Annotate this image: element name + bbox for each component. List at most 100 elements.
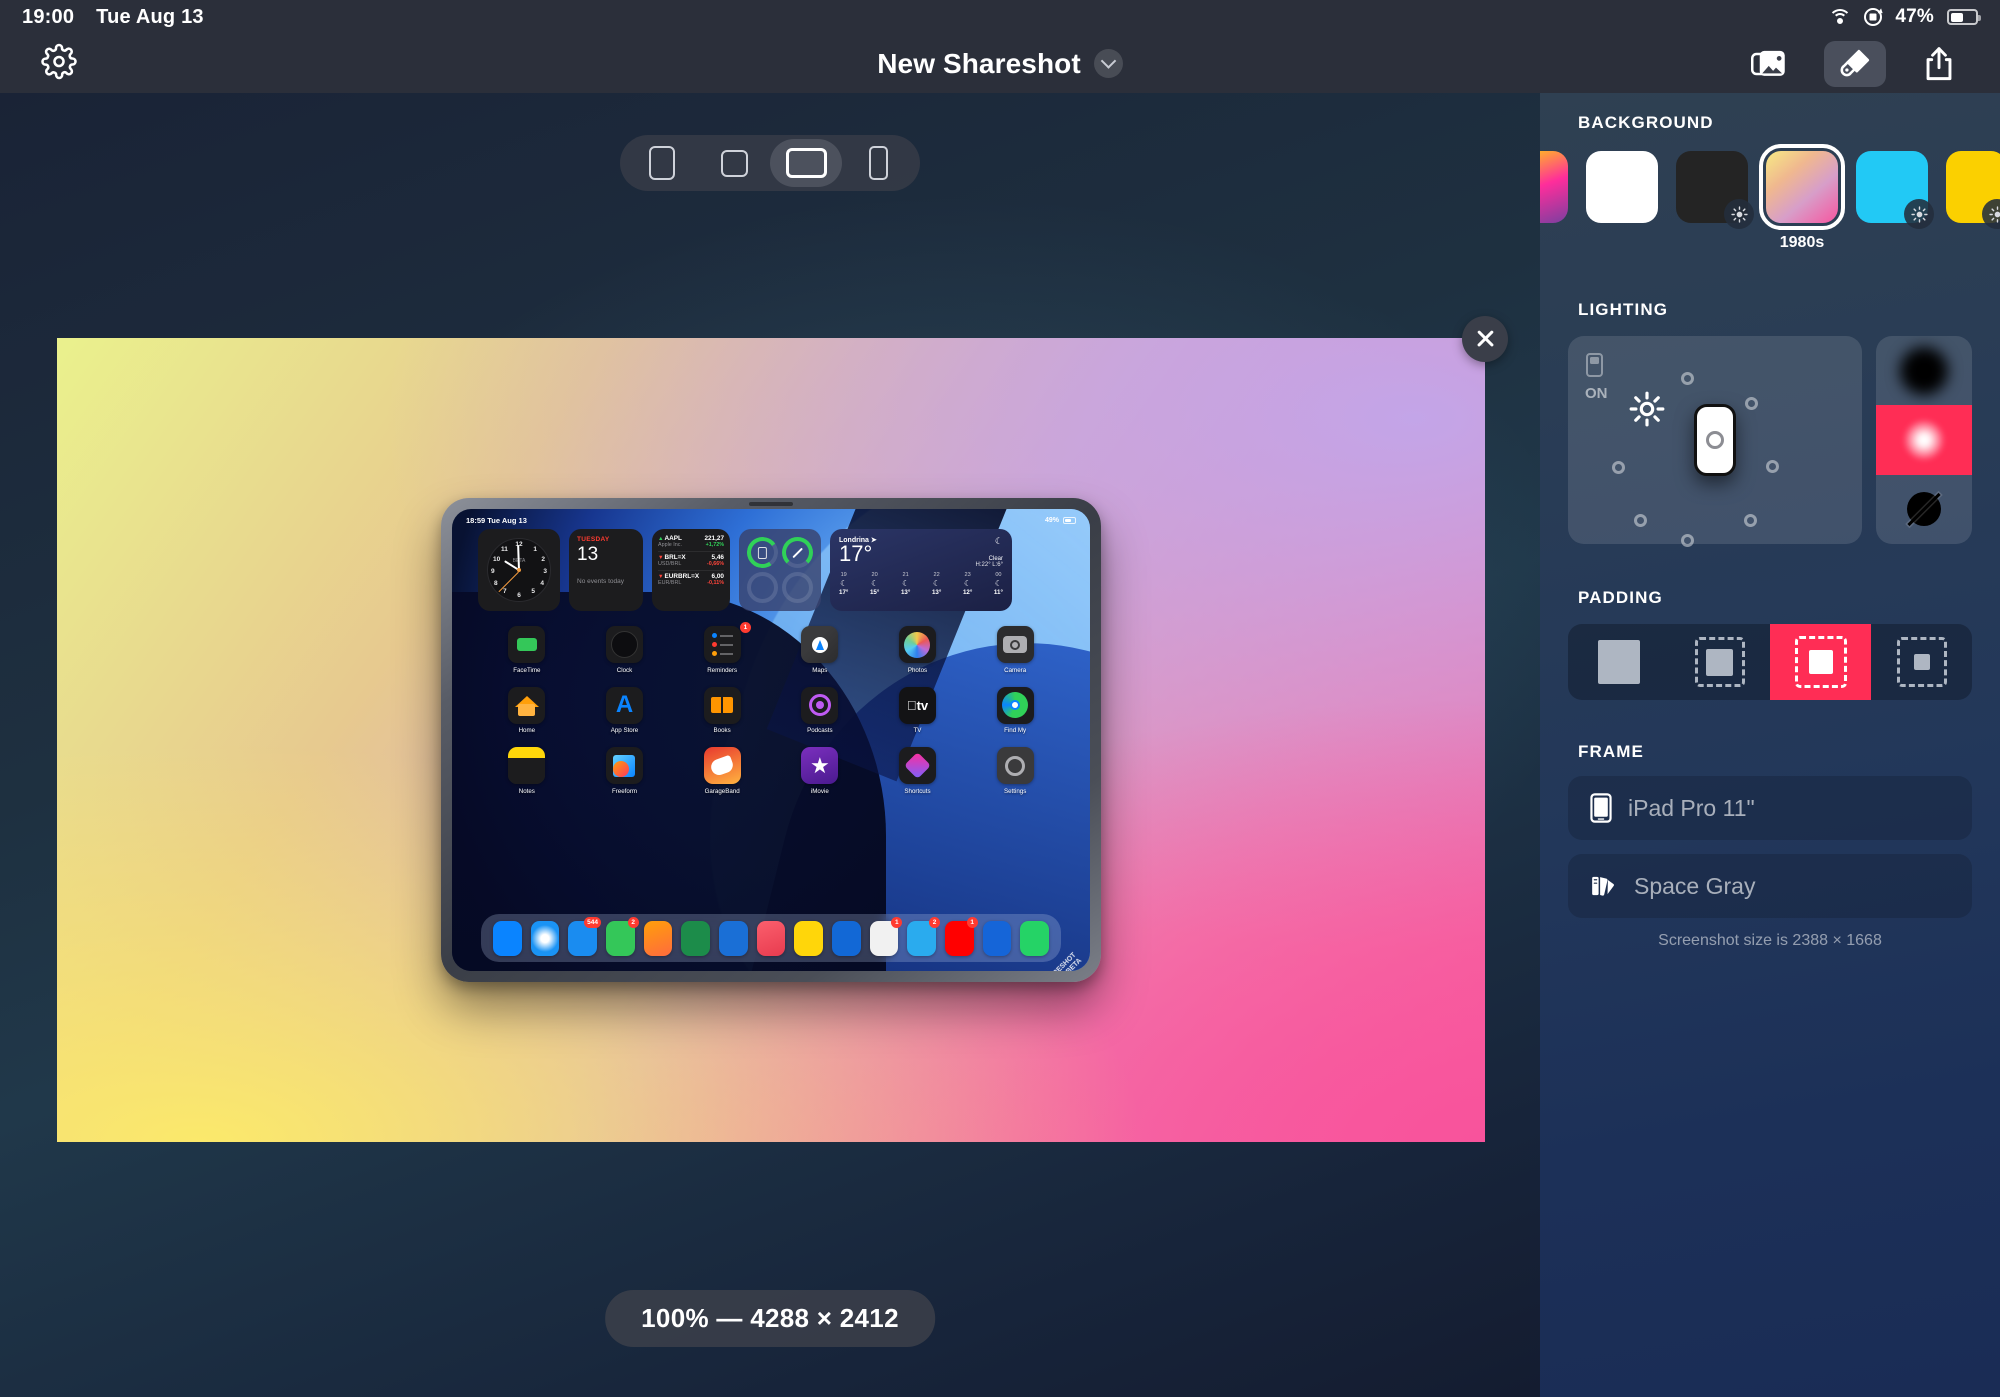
- style-button[interactable]: [1824, 40, 1886, 87]
- tv-icon: tv: [898, 686, 936, 724]
- brightness-icon[interactable]: [1982, 199, 2000, 229]
- dock-icon-notes[interactable]: [643, 920, 673, 956]
- app-icon-facetime[interactable]: FaceTime: [478, 626, 576, 674]
- dock-icon-youtube[interactable]: 1: [945, 916, 978, 956]
- lighting-toggle-label[interactable]: ON: [1585, 385, 1608, 402]
- photo-library-button[interactable]: [1740, 41, 1802, 87]
- app-icon-photos[interactable]: Photos: [869, 626, 967, 674]
- brightness-icon[interactable]: [1724, 199, 1754, 229]
- document-title-group: New Shareshot: [0, 48, 2000, 80]
- lighting-dot[interactable]: [1612, 461, 1625, 474]
- dock-icon-numbers[interactable]: [681, 920, 710, 956]
- padding-option-none[interactable]: [1568, 624, 1669, 700]
- clock-num: 6: [517, 592, 521, 599]
- swatch-white[interactable]: [1586, 151, 1658, 223]
- aspect-option-phone[interactable]: [842, 139, 914, 187]
- swatch-yellow[interactable]: [1946, 151, 2000, 229]
- app-icon-reminders[interactable]: 1 Reminders: [673, 622, 771, 674]
- swatch-gradient-warm[interactable]: [1540, 151, 1568, 223]
- padding-option-small[interactable]: [1669, 624, 1770, 700]
- dock-icon-music[interactable]: [756, 920, 786, 956]
- dock-icon-messages[interactable]: 2: [605, 916, 639, 956]
- weather-hour: 21 ☾ 13°: [900, 572, 911, 596]
- dock-icon-slack[interactable]: 1: [869, 916, 903, 956]
- zoom-badge: 100% — 4288 × 2412: [605, 1290, 935, 1347]
- stock-row: ▲AAPL Apple Inc. 221,27 +1,72%: [658, 535, 724, 548]
- composition-preview[interactable]: 18:59 Tue Aug 13 49% 12 1 2 3 4 5 6 7 8 …: [57, 316, 1508, 1142]
- lighting-dot[interactable]: [1745, 397, 1758, 410]
- padding-option-medium[interactable]: [1770, 624, 1871, 700]
- settings-icon: [996, 747, 1034, 784]
- device-frame[interactable]: 18:59 Tue Aug 13 49% 12 1 2 3 4 5 6 7 8 …: [441, 498, 1101, 982]
- frame-color-selector[interactable]: Space Gray: [1568, 854, 1972, 918]
- app-icon-imovie[interactable]: ★ iMovie: [771, 747, 869, 795]
- square-icon: [720, 149, 748, 177]
- lighting-preset-soft-shadow[interactable]: [1876, 336, 1972, 406]
- close-button[interactable]: [1462, 316, 1508, 362]
- swatch-black[interactable]: [1676, 151, 1754, 229]
- lighting-section-title: LIGHTING: [1578, 300, 1669, 319]
- lighting-dot[interactable]: [1681, 534, 1694, 547]
- badge-count: 1: [739, 622, 751, 633]
- dock-icon-files[interactable]: [492, 920, 522, 956]
- app-icon-clock[interactable]: Clock: [576, 626, 674, 674]
- dock-icon-stickies[interactable]: [794, 920, 824, 956]
- swatch-cyan[interactable]: [1856, 151, 1934, 229]
- dock-icon-whatsapp[interactable]: [1020, 920, 1050, 956]
- dock-icon-keynote[interactable]: [719, 920, 748, 956]
- padding-option-large[interactable]: [1871, 624, 1972, 700]
- app-icon-findmy[interactable]: Find My: [966, 686, 1064, 734]
- dock-icon-maps[interactable]: [832, 920, 861, 956]
- share-button[interactable]: [1908, 41, 1970, 87]
- lighting-position-handle[interactable]: [1694, 404, 1736, 476]
- app-icon-books[interactable]: Books: [673, 686, 771, 734]
- ring-empty: [747, 572, 778, 603]
- dock-icon-safari[interactable]: [530, 920, 560, 956]
- aspect-option-portrait[interactable]: [626, 139, 698, 187]
- battery-icon: [1947, 9, 1981, 25]
- portrait-icon: [649, 146, 675, 180]
- frame-options: iPad Pro 11" Space Gray: [1540, 776, 2000, 918]
- dock-icon-mail[interactable]: 544: [568, 916, 601, 956]
- garageband-icon: [703, 747, 741, 784]
- lighting-position-pad[interactable]: ON: [1568, 336, 1862, 547]
- frame-color-label: Space Gray: [1634, 872, 1756, 899]
- aspect-ratio-selector[interactable]: [620, 135, 920, 191]
- frame-device-selector[interactable]: iPad Pro 11": [1568, 776, 1972, 840]
- app-icon-podcasts[interactable]: Podcasts: [771, 686, 869, 734]
- photo-library-icon: [1751, 50, 1785, 76]
- stock-price: 5,46: [711, 554, 724, 561]
- app-icon-camera[interactable]: Camera: [966, 626, 1064, 674]
- moon-icon: ☾: [994, 579, 1003, 588]
- status-bar-left: 19:00 Tue Aug 13: [22, 6, 204, 29]
- brightness-icon[interactable]: [1904, 199, 1934, 229]
- clock-num: 7: [503, 588, 507, 595]
- frame-section-title: FRAME: [1578, 742, 1644, 761]
- color-swatch-icon: [1592, 876, 1614, 896]
- app-icon-garageband[interactable]: GarageBand: [673, 747, 771, 795]
- lighting-preset-no-shadow[interactable]: [1876, 474, 1972, 544]
- dock-icon-shortcuts[interactable]: [982, 920, 1012, 956]
- aspect-option-landscape[interactable]: [770, 139, 842, 187]
- app-icon-tv[interactable]: tv TV: [869, 686, 967, 734]
- chevron-down-icon[interactable]: [1093, 49, 1123, 78]
- lighting-dot[interactable]: [1744, 514, 1757, 527]
- aspect-option-square[interactable]: [698, 139, 770, 187]
- app-icon-settings[interactable]: Settings: [966, 747, 1064, 795]
- lighting-dot[interactable]: [1634, 514, 1647, 527]
- app-icon-notes[interactable]: Notes: [478, 747, 576, 795]
- stock-row: ▼EURBRL=X EUR/BRL 6,00 -0,11%: [658, 573, 724, 586]
- dock-icon-telegram[interactable]: 2: [907, 916, 941, 956]
- app-icon-appstore[interactable]: A App Store: [576, 686, 674, 734]
- app-icon-home[interactable]: Home: [478, 686, 576, 734]
- lighting-preset-glow[interactable]: [1876, 405, 1972, 475]
- app-icon-maps[interactable]: Maps: [771, 626, 869, 674]
- editor-canvas[interactable]: 18:59 Tue Aug 13 49% 12 1 2 3 4 5 6 7 8 …: [0, 93, 1540, 1397]
- ring-device: [744, 534, 781, 571]
- stock-symbol: ▼EURBRL=X: [658, 573, 700, 580]
- app-icon-shortcuts[interactable]: Shortcuts: [869, 747, 967, 795]
- lighting-dot[interactable]: [1681, 372, 1694, 385]
- lighting-dot[interactable]: [1766, 460, 1779, 473]
- app-icon-freeform[interactable]: Freeform: [576, 747, 674, 795]
- swatch-1980s[interactable]: 1980s: [1759, 144, 1845, 252]
